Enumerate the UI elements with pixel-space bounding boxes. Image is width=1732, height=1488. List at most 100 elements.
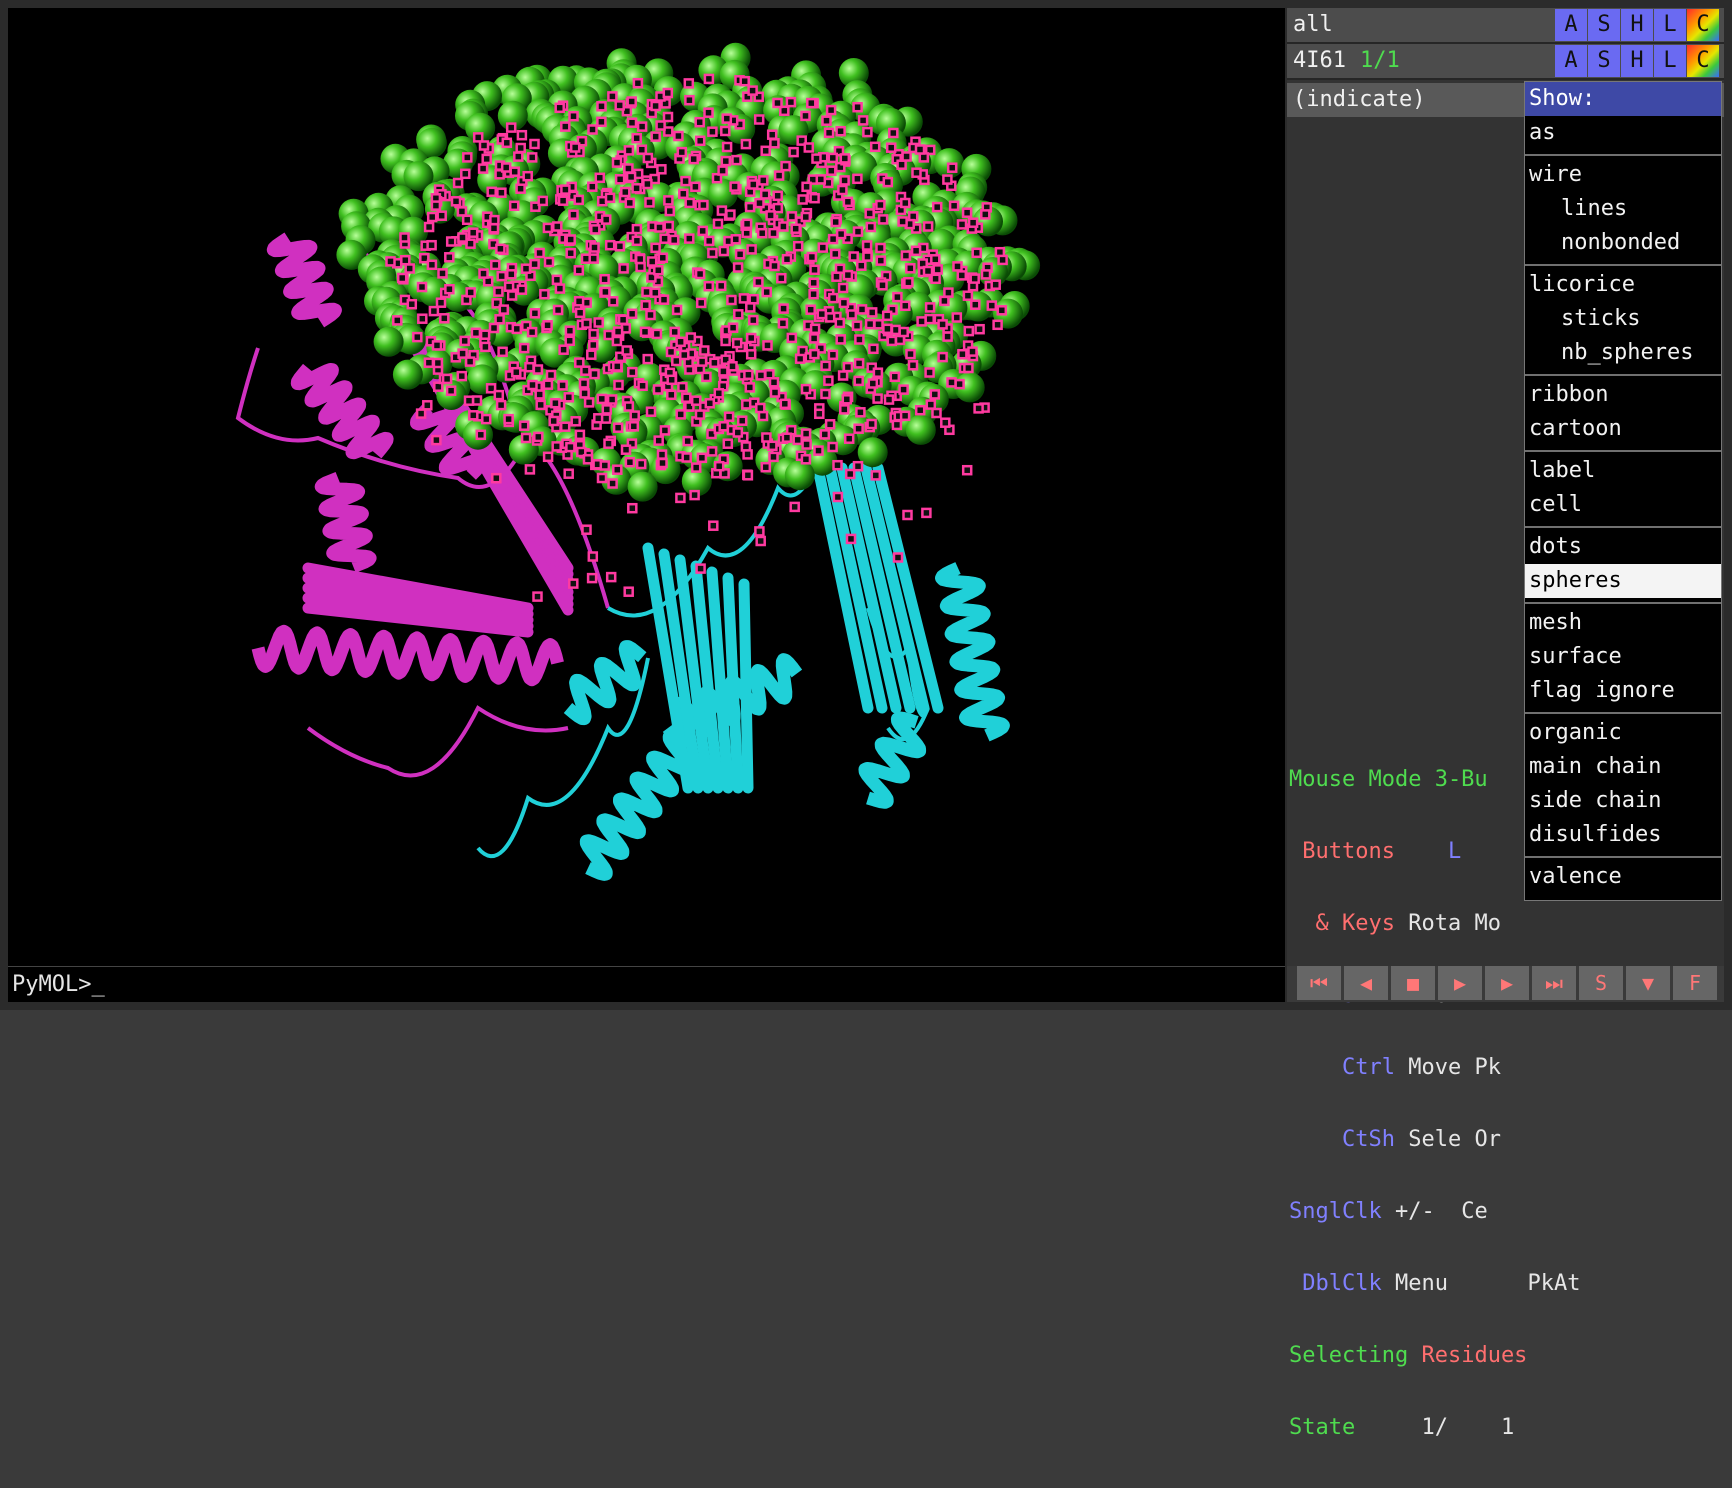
selection-marker [439,313,450,324]
menu-item-ribbon[interactable]: ribbon [1525,378,1721,412]
selection-marker [650,131,661,142]
selection-marker [612,361,623,372]
selection-marker [637,380,648,392]
molecular-viewport[interactable] [8,8,1285,966]
menu-item-mesh[interactable]: mesh [1525,606,1721,640]
selection-marker [588,328,599,340]
selecting-mode[interactable]: Residues [1421,1343,1527,1368]
selection-marker [896,159,907,170]
hide-button[interactable]: H [1621,45,1653,77]
selection-marker [636,121,648,132]
selection-marker [617,314,629,326]
selection-marker [755,402,766,414]
color-button[interactable]: C [1687,9,1719,41]
command-line[interactable]: PyMOL>_ [8,966,1285,1002]
selection-marker [706,446,718,457]
selection-marker [738,293,750,304]
menu-item-surface[interactable]: surface [1525,640,1721,674]
color-button[interactable]: C [1687,45,1719,77]
fast-forward-button[interactable]: ⏭ [1532,966,1576,1000]
menu-item-spheres[interactable]: spheres [1525,564,1721,598]
menu-item-wire[interactable]: wire [1525,158,1721,192]
menu-item-main-chain[interactable]: main chain [1525,750,1721,784]
selection-marker [415,408,427,419]
command-prompt: PyMOL>_ [12,972,105,997]
selection-marker [651,328,663,340]
menu-item-cartoon[interactable]: cartoon [1525,412,1721,446]
selection-marker [697,225,708,237]
selection-marker [830,248,841,260]
fullscreen-button[interactable]: F [1673,966,1717,1000]
selection-marker [675,409,686,420]
menu-item-flag-ignore[interactable]: flag ignore [1525,674,1721,708]
menu-item-nonbonded[interactable]: nonbonded [1525,226,1721,260]
selection-marker [559,421,571,432]
selection-marker [892,552,904,563]
label-button[interactable]: L [1654,45,1686,77]
selection-marker [503,413,514,425]
selection-marker [769,138,780,149]
selection-marker [644,197,655,208]
menu-separator [1525,856,1721,858]
selection-marker [899,410,911,422]
selection-marker [921,507,932,519]
object-row-4i61[interactable]: 4I61 1/1 A S H L C [1287,44,1724,80]
stop-button[interactable]: ■ [1391,966,1435,1000]
menu-item-licorice[interactable]: licorice [1525,268,1721,302]
menu-item-as[interactable]: as [1525,116,1721,150]
menu-item-sticks[interactable]: sticks [1525,302,1721,336]
selection-marker [800,428,812,439]
selection-marker [565,247,576,259]
step-back-button[interactable]: ◀ [1344,966,1388,1000]
hide-button[interactable]: H [1621,9,1653,41]
selection-marker [552,221,563,232]
menu-item-dots[interactable]: dots [1525,530,1721,564]
molecule-render[interactable] [8,8,1285,966]
rewind-button[interactable]: ⏮ [1297,966,1341,1000]
show-button[interactable]: S [1588,45,1620,77]
step-forward-button[interactable]: ▶ [1485,966,1529,1000]
object-row-all[interactable]: all A S H L C [1287,8,1724,44]
object-name[interactable]: all [1293,8,1333,42]
selection-marker [574,429,586,441]
selection-marker [900,197,911,209]
menu-item-lines[interactable]: lines [1525,192,1721,226]
selection-marker [914,144,926,155]
menu-item-cell[interactable]: cell [1525,488,1721,522]
selection-marker [529,308,541,319]
selection-marker [552,304,564,316]
menu-item-label[interactable]: label [1525,454,1721,488]
selection-marker [565,234,576,245]
selection-marker [898,326,909,338]
menu-item-organic[interactable]: organic [1525,716,1721,750]
selection-marker [956,219,968,230]
label-button[interactable]: L [1654,9,1686,41]
mouse-mode-label[interactable]: Mouse Mode 3-Bu [1289,767,1488,792]
object-name[interactable]: 4I61 1/1 [1293,44,1400,78]
selection-marker [462,152,473,163]
selection-marker [727,322,739,333]
action-button[interactable]: A [1555,9,1587,41]
state-value: 1/ 1 [1421,1415,1515,1440]
selection-marker [843,433,855,444]
selection-marker [778,221,789,232]
selection-marker [668,234,680,246]
selection-marker [636,144,648,155]
selection-marker [417,313,428,324]
menu-item-nb-spheres[interactable]: nb_spheres [1525,336,1721,370]
play-button[interactable]: ▶ [1438,966,1482,1000]
selection-marker [678,188,689,200]
selection-marker [759,189,771,200]
scene-button[interactable]: S [1579,966,1623,1000]
show-button[interactable]: S [1588,9,1620,41]
menu-item-disulfides[interactable]: disulfides [1525,818,1721,852]
action-button[interactable]: A [1555,45,1587,77]
menu-item-side-chain[interactable]: side chain [1525,784,1721,818]
selection-marker [854,334,865,345]
menu-item-valence[interactable]: valence [1525,860,1721,894]
selection-marker [493,286,504,297]
selection-marker [659,425,671,436]
selection-marker [655,120,666,131]
selection-marker [827,349,839,361]
scene-menu-button[interactable]: ▼ [1626,966,1670,1000]
